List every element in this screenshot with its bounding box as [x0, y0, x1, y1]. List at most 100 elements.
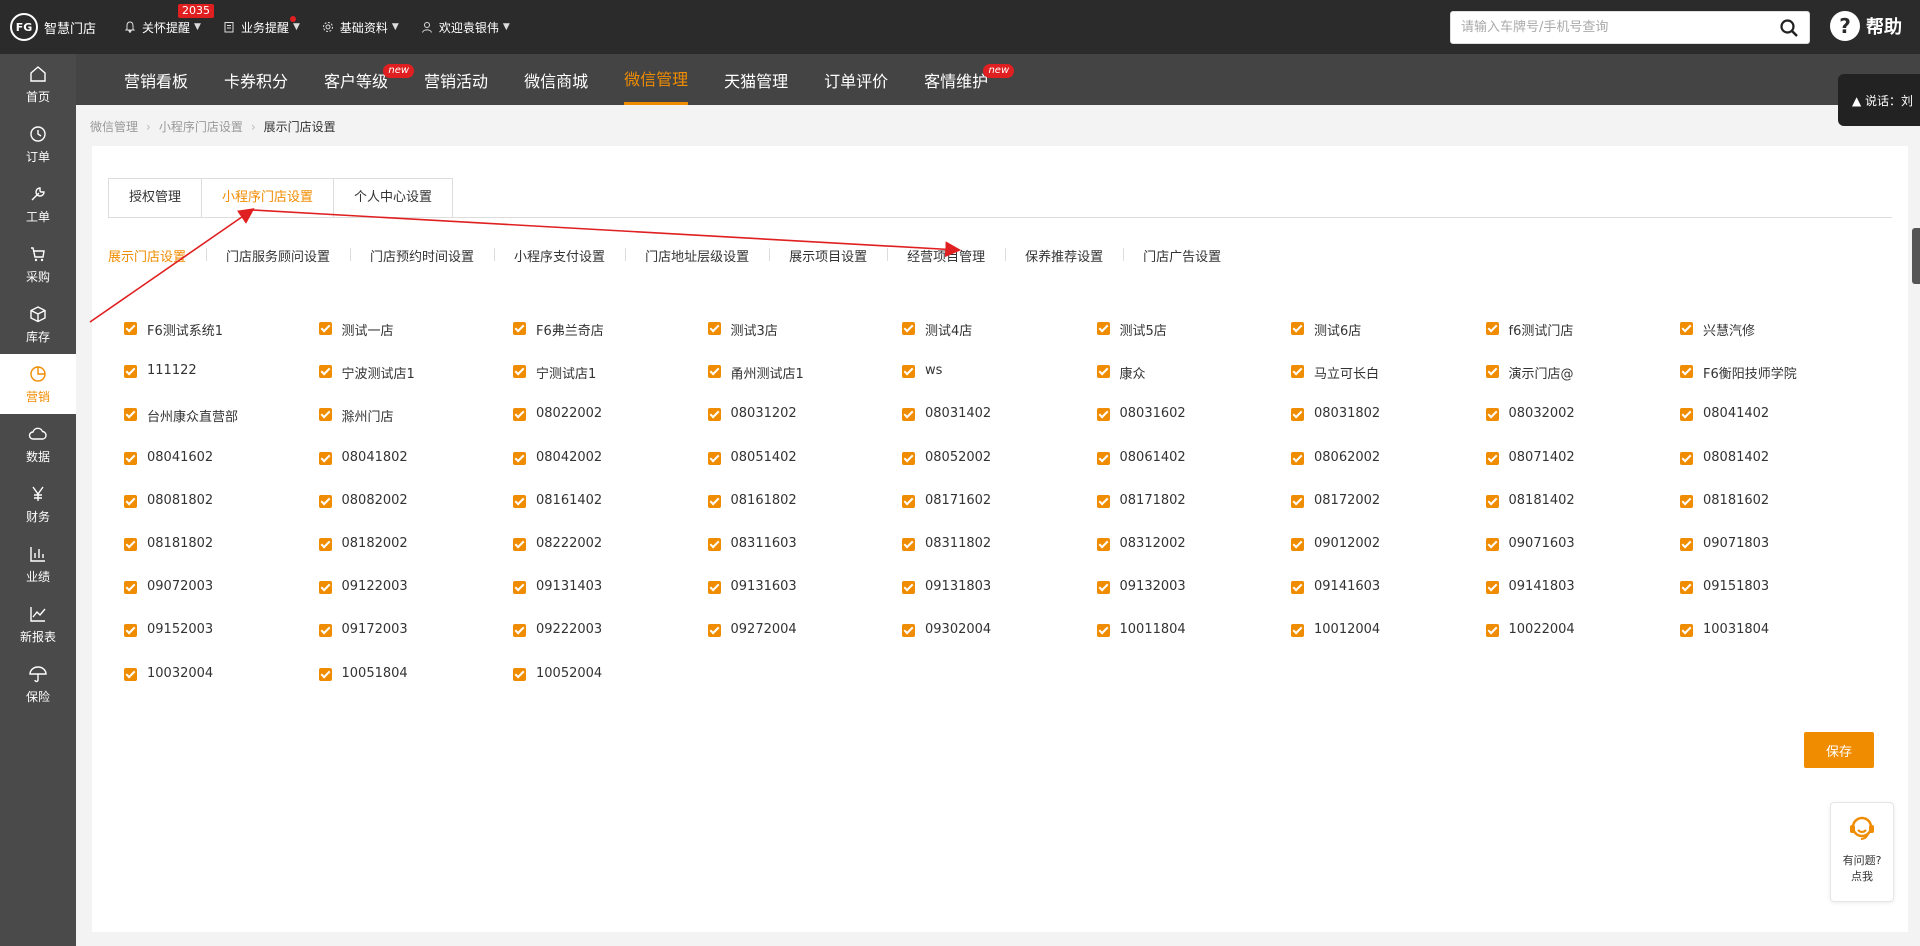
- checkbox-checked-icon[interactable]: [318, 494, 332, 508]
- store-checkbox-item[interactable]: ws: [902, 361, 1097, 404]
- store-checkbox-item[interactable]: 09222003: [513, 620, 708, 663]
- store-checkbox-item[interactable]: 08022002: [513, 404, 708, 447]
- store-checkbox-item[interactable]: 09122003: [318, 577, 514, 620]
- store-checkbox-item[interactable]: 09012002: [1291, 534, 1486, 577]
- checkbox-checked-icon[interactable]: [513, 667, 526, 681]
- checkbox-checked-icon[interactable]: [902, 322, 915, 335]
- store-checkbox-item[interactable]: 08071402: [1485, 448, 1681, 491]
- topnav-user-menu[interactable]: 欢迎袁银伟 ▼: [421, 19, 510, 36]
- store-checkbox-item[interactable]: 08171602: [902, 491, 1097, 534]
- checkbox-checked-icon[interactable]: [1291, 537, 1304, 551]
- store-checkbox-item[interactable]: 09072003: [124, 577, 319, 620]
- store-checkbox-item[interactable]: 10051804: [318, 664, 514, 707]
- modnav-order-reviews[interactable]: 订单评价: [824, 54, 888, 105]
- sidebar-item-purchase[interactable]: 采购: [0, 234, 76, 294]
- checkbox-checked-icon[interactable]: [902, 365, 915, 379]
- checkbox-checked-icon[interactable]: [318, 624, 332, 638]
- checkbox-checked-icon[interactable]: [1096, 537, 1110, 551]
- checkbox-checked-icon[interactable]: [707, 624, 721, 638]
- checkbox-checked-icon[interactable]: [513, 408, 526, 422]
- store-checkbox-item[interactable]: 09131603: [707, 577, 903, 620]
- sidebar-item-inventory[interactable]: 库存: [0, 294, 76, 354]
- store-checkbox-item[interactable]: F6弗兰奇店: [513, 318, 708, 361]
- checkbox-checked-icon[interactable]: [1096, 451, 1110, 465]
- checkbox-checked-icon[interactable]: [1096, 581, 1110, 595]
- checkbox-checked-icon[interactable]: [513, 451, 526, 465]
- sidebar-item-finance[interactable]: 财务: [0, 474, 76, 534]
- checkbox-checked-icon[interactable]: [124, 581, 137, 595]
- checkbox-checked-icon[interactable]: [513, 624, 526, 638]
- checkbox-checked-icon[interactable]: [902, 581, 915, 595]
- store-checkbox-item[interactable]: 测试6店: [1291, 318, 1486, 361]
- checkbox-checked-icon[interactable]: [124, 494, 137, 508]
- checkbox-checked-icon[interactable]: [1096, 624, 1110, 638]
- store-checkbox-item[interactable]: 08181602: [1680, 491, 1875, 534]
- checkbox-checked-icon[interactable]: [1680, 537, 1693, 551]
- store-checkbox-item[interactable]: f6测试门店: [1485, 318, 1681, 361]
- store-checkbox-item[interactable]: 09141603: [1291, 577, 1486, 620]
- modnav-wechat-management[interactable]: 微信管理: [624, 54, 689, 105]
- checkbox-checked-icon[interactable]: [707, 451, 721, 465]
- checkbox-checked-icon[interactable]: [1680, 322, 1693, 335]
- checkbox-checked-icon[interactable]: [1680, 581, 1693, 595]
- topnav-business-reminder[interactable]: 业务提醒 ▼: [223, 15, 300, 36]
- checkbox-checked-icon[interactable]: [513, 494, 526, 508]
- checkbox-checked-icon[interactable]: [1096, 494, 1110, 508]
- checkbox-checked-icon[interactable]: [1680, 365, 1693, 379]
- subtab-address-levels[interactable]: 门店地址层级设置: [625, 246, 769, 265]
- store-checkbox-item[interactable]: 09172003: [318, 620, 514, 663]
- subtab-display-stores[interactable]: 展示门店设置: [108, 246, 206, 265]
- checkbox-checked-icon[interactable]: [1291, 451, 1304, 465]
- store-checkbox-item[interactable]: 08032002: [1485, 404, 1681, 447]
- sidebar-item-performance[interactable]: 业绩: [0, 534, 76, 594]
- checkbox-checked-icon[interactable]: [902, 624, 915, 638]
- store-checkbox-item[interactable]: 111122: [124, 361, 319, 404]
- store-checkbox-item[interactable]: 09152003: [124, 620, 319, 663]
- subtab-service-advisors[interactable]: 门店服务顾问设置: [206, 246, 350, 265]
- store-checkbox-item[interactable]: 08311802: [902, 534, 1097, 577]
- subtab-payment[interactable]: 小程序支付设置: [494, 246, 625, 265]
- store-checkbox-item[interactable]: 08182002: [318, 534, 514, 577]
- store-checkbox-item[interactable]: 宁波测试店1: [318, 361, 514, 404]
- store-checkbox-item[interactable]: 10022004: [1485, 620, 1681, 663]
- store-checkbox-item[interactable]: 09302004: [902, 620, 1097, 663]
- checkbox-checked-icon[interactable]: [1291, 494, 1304, 508]
- checkbox-checked-icon[interactable]: [707, 322, 721, 335]
- store-checkbox-item[interactable]: 08051402: [707, 448, 903, 491]
- store-checkbox-item[interactable]: 测试5店: [1096, 318, 1292, 361]
- tab-authorization[interactable]: 授权管理: [108, 178, 203, 218]
- store-checkbox-item[interactable]: 10052004: [513, 664, 708, 707]
- checkbox-checked-icon[interactable]: [902, 451, 915, 465]
- modnav-coupons[interactable]: 卡券积分: [224, 54, 288, 105]
- store-checkbox-item[interactable]: F6测试系统1: [124, 318, 319, 361]
- checkbox-checked-icon[interactable]: [124, 408, 137, 422]
- checkbox-checked-icon[interactable]: [1485, 322, 1499, 335]
- checkbox-checked-icon[interactable]: [707, 494, 721, 508]
- checkbox-checked-icon[interactable]: [513, 581, 526, 595]
- store-checkbox-item[interactable]: 08062002: [1291, 448, 1486, 491]
- checkbox-checked-icon[interactable]: [1485, 624, 1499, 638]
- subtab-store-ads[interactable]: 门店广告设置: [1123, 246, 1241, 265]
- store-checkbox-item[interactable]: 08161802: [707, 491, 903, 534]
- checkbox-checked-icon[interactable]: [707, 581, 721, 595]
- checkbox-checked-icon[interactable]: [124, 667, 137, 681]
- checkbox-checked-icon[interactable]: [318, 365, 332, 379]
- checkbox-checked-icon[interactable]: [318, 537, 332, 551]
- store-checkbox-item[interactable]: 08042002: [513, 448, 708, 491]
- subtab-display-items[interactable]: 展示项目设置: [769, 246, 887, 265]
- checkbox-checked-icon[interactable]: [1485, 537, 1499, 551]
- store-checkbox-item[interactable]: 10011804: [1096, 620, 1292, 663]
- checkbox-checked-icon[interactable]: [1096, 365, 1110, 379]
- sidebar-item-home[interactable]: 首页: [0, 54, 76, 114]
- store-checkbox-item[interactable]: 台州康众直营部: [124, 404, 319, 447]
- sidebar-item-orders[interactable]: 订单: [0, 114, 76, 174]
- checkbox-checked-icon[interactable]: [1485, 581, 1499, 595]
- store-checkbox-item[interactable]: 08222002: [513, 534, 708, 577]
- store-checkbox-item[interactable]: 08312002: [1096, 534, 1292, 577]
- checkbox-checked-icon[interactable]: [707, 408, 721, 422]
- sidebar-item-insurance[interactable]: 保险: [0, 654, 76, 714]
- subtab-booking-time[interactable]: 门店预约时间设置: [350, 246, 494, 265]
- checkbox-checked-icon[interactable]: [902, 494, 915, 508]
- store-checkbox-item[interactable]: 08181802: [124, 534, 319, 577]
- checkbox-checked-icon[interactable]: [318, 408, 332, 422]
